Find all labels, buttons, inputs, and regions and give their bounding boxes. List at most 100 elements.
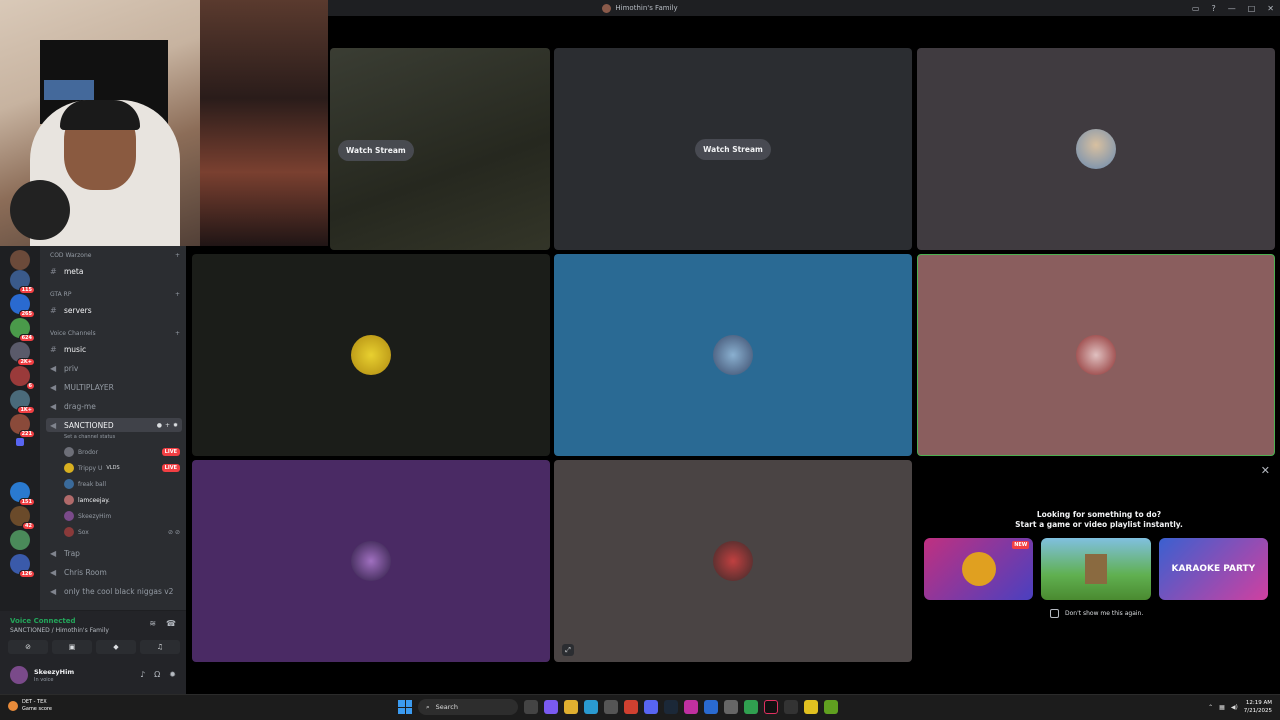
server-icon[interactable]: [10, 250, 30, 270]
channel-servers[interactable]: # servers: [46, 303, 182, 317]
activity-prompt: Looking for something to do? Start a gam…: [1015, 510, 1183, 529]
server-icon[interactable]: 265: [10, 294, 35, 318]
dont-show-checkbox[interactable]: Don't show me this again.: [1050, 609, 1143, 618]
chrome-icon[interactable]: [624, 700, 638, 714]
network-icon[interactable]: ▦: [1219, 704, 1225, 711]
server-icon[interactable]: 42: [10, 506, 35, 530]
noise-suppression-icon[interactable]: ≋: [149, 619, 156, 628]
voice-user[interactable]: Trippy U VLDS LIVE: [64, 462, 180, 474]
user-tile[interactable]: [192, 254, 550, 456]
edge-icon[interactable]: [584, 700, 598, 714]
close-icon[interactable]: ✕: [1261, 464, 1270, 477]
clock[interactable]: 12:19 AM 7/21/2025: [1244, 699, 1272, 715]
voice-user[interactable]: SkeezyHim: [64, 510, 180, 522]
chatgpt-icon[interactable]: [724, 700, 738, 714]
voice-channel-sanctioned[interactable]: ◀ SANCTIONED ● + ✹: [46, 418, 182, 432]
activity-card[interactable]: [1041, 538, 1151, 600]
watch-stream-button[interactable]: Watch Stream: [695, 138, 771, 160]
chevron-up-icon[interactable]: ⌃: [1208, 704, 1213, 711]
user-tile[interactable]: [192, 460, 550, 662]
settings-icon[interactable]: ✹: [173, 422, 178, 429]
user-tile[interactable]: [554, 254, 912, 456]
user-tile[interactable]: ⤢: [554, 460, 912, 662]
activity-card[interactable]: NEW: [924, 538, 1034, 600]
sticky-notes-icon[interactable]: [804, 700, 818, 714]
voice-channel-drag-me[interactable]: ◀ drag-me: [46, 399, 182, 413]
channel-meta[interactable]: # meta: [46, 264, 182, 278]
server-icon[interactable]: 151: [10, 482, 35, 506]
volume-icon[interactable]: ◀): [1231, 704, 1238, 711]
inbox-icon[interactable]: ▭: [1192, 4, 1200, 13]
tiktok-icon[interactable]: [764, 700, 778, 714]
battlenet-icon[interactable]: [704, 700, 718, 714]
terminal-icon[interactable]: [784, 700, 798, 714]
microphone-icon[interactable]: ♪: [140, 670, 145, 679]
category-gta[interactable]: GTA RP +: [50, 291, 180, 298]
stream-tile[interactable]: Watch Stream: [554, 48, 912, 250]
category-voice[interactable]: Voice Channels +: [50, 330, 180, 337]
category-cod[interactable]: COD Warzone +: [50, 252, 180, 259]
disconnect-icon[interactable]: ☎: [166, 619, 176, 628]
user-tile[interactable]: [917, 48, 1275, 250]
speaking-user-tile[interactable]: [917, 254, 1275, 456]
invite-icon[interactable]: +: [165, 422, 170, 429]
server-icon[interactable]: [10, 530, 30, 550]
discord-icon[interactable]: [644, 700, 658, 714]
instagram-icon[interactable]: [684, 700, 698, 714]
popout-icon[interactable]: ⤢: [562, 644, 574, 656]
watch-stream-button[interactable]: Watch Stream: [338, 140, 414, 161]
server-icon[interactable]: 115: [10, 270, 35, 294]
nvidia-icon[interactable]: [824, 700, 838, 714]
checkbox[interactable]: [1050, 609, 1059, 618]
voice-channel-chris-room[interactable]: ◀ Chris Room: [46, 565, 182, 579]
voice-user[interactable]: freak ball: [64, 478, 180, 490]
task-view-icon[interactable]: [524, 700, 538, 714]
close-button[interactable]: ✕: [1267, 4, 1274, 13]
activity-button[interactable]: ◆: [96, 640, 136, 654]
voice-status[interactable]: Voice Connected: [10, 617, 76, 625]
voice-channel-trap[interactable]: ◀ Trap: [46, 546, 182, 560]
activity-card[interactable]: KARAOKE PARTY: [1158, 538, 1268, 600]
start-button[interactable]: [398, 700, 412, 714]
copilot-icon[interactable]: [544, 700, 558, 714]
voice-user[interactable]: Brodor LIVE: [64, 446, 180, 458]
mention-badge: 42: [22, 522, 35, 530]
settings-icon[interactable]: ✹: [169, 670, 176, 679]
server-icon[interactable]: 126: [10, 554, 35, 578]
minimize-button[interactable]: —: [1228, 4, 1236, 13]
voice-channel-priv[interactable]: ◀ priv: [46, 361, 182, 375]
steam-icon[interactable]: [664, 700, 678, 714]
maximize-button[interactable]: □: [1248, 4, 1256, 13]
widgets-button[interactable]: DET - TEX Game score: [8, 699, 52, 713]
server-icon[interactable]: 624: [10, 318, 35, 342]
screen-share-button[interactable]: ▣: [52, 640, 92, 654]
server-icon[interactable]: 6: [10, 366, 35, 390]
channel-music[interactable]: # music: [46, 342, 182, 356]
add-channel-icon[interactable]: +: [175, 330, 180, 337]
voice-channel-cool[interactable]: ◀ only the cool black niggas v2: [46, 584, 182, 598]
add-channel-icon[interactable]: +: [175, 252, 180, 259]
camera-button[interactable]: ⊘: [8, 640, 48, 654]
voice-user[interactable]: lamceejay.: [64, 494, 180, 506]
speaker-icon: ◀: [50, 586, 57, 596]
file-explorer-icon[interactable]: [564, 700, 578, 714]
avatar[interactable]: [10, 666, 28, 684]
chat-icon[interactable]: ●: [157, 422, 162, 429]
folder-icon[interactable]: [16, 438, 24, 446]
soundboard-button[interactable]: ♫: [140, 640, 180, 654]
headphones-icon[interactable]: Ω: [154, 670, 160, 679]
server-icon[interactable]: 1K+: [10, 390, 35, 414]
channel-status-hint[interactable]: Set a channel status: [64, 434, 115, 440]
voice-location[interactable]: SANCTIONED / Himothin's Family: [10, 627, 109, 634]
voice-channel-multiplayer[interactable]: ◀ MULTIPLAYER: [46, 380, 182, 394]
search-box[interactable]: ⌕ Search: [418, 699, 518, 715]
stream-tile[interactable]: Watch Stream: [330, 48, 550, 250]
voice-user[interactable]: Sox ⊘ ⊘: [64, 526, 180, 538]
store-icon[interactable]: [604, 700, 618, 714]
xbox-icon[interactable]: [744, 700, 758, 714]
help-icon[interactable]: ?: [1211, 4, 1215, 13]
server-icon[interactable]: 221: [10, 414, 35, 438]
username[interactable]: SkeezyHim: [34, 668, 74, 676]
server-icon[interactable]: 2K+: [10, 342, 35, 366]
add-channel-icon[interactable]: +: [175, 291, 180, 298]
